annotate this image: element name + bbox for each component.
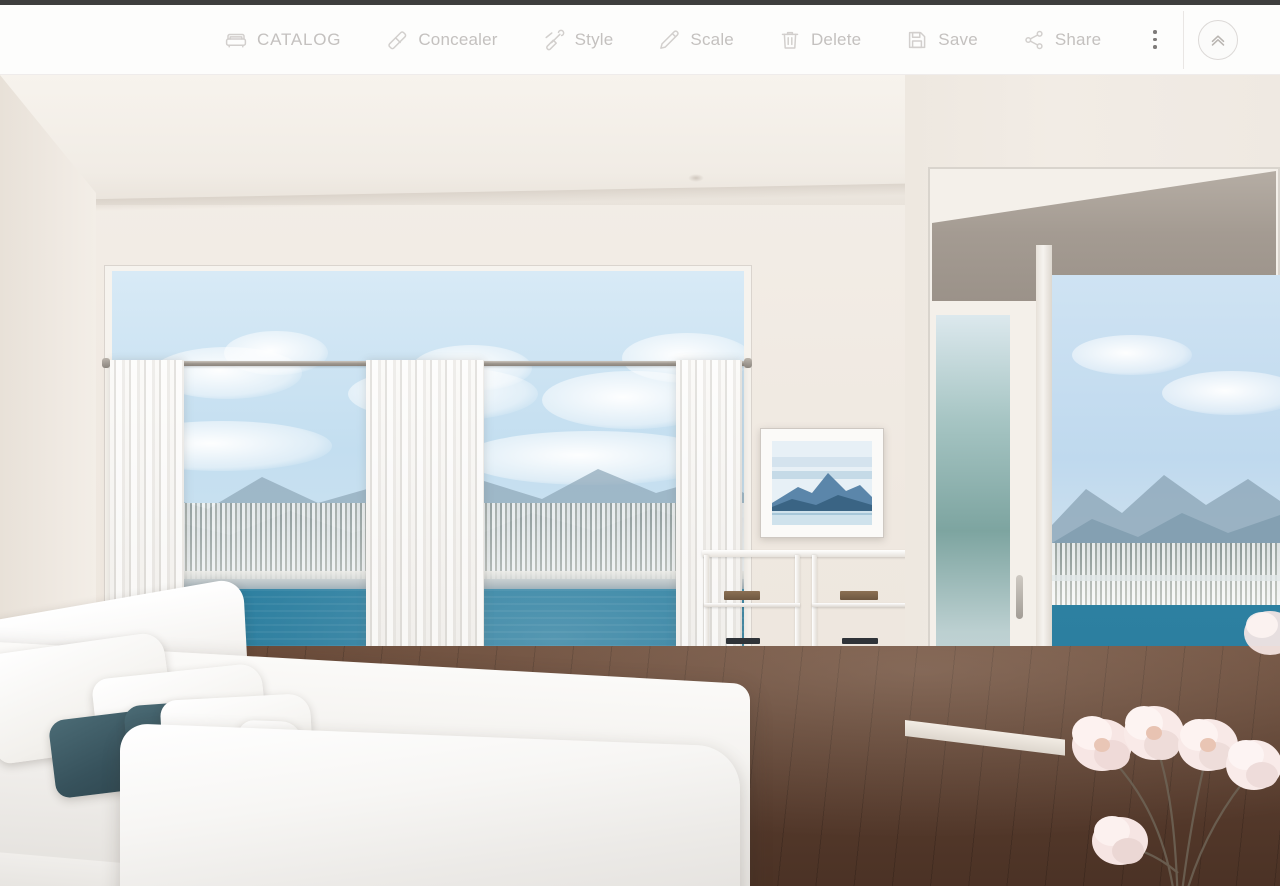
toolbar-items: CATALOG Concealer Style Scale Delete Sav… [214,10,1239,69]
share-nodes-icon [1022,28,1046,52]
design-canvas-3d[interactable]: Beautiful! Your design has been saved. [0,75,1280,886]
eraser-icon [385,28,409,52]
chevron-double-up-icon [1207,29,1229,51]
book-stack [724,591,760,600]
book-stack [840,591,878,600]
trash-icon [778,28,802,52]
collapse-toolbar-button[interactable] [1198,19,1239,60]
save-disk-icon [905,28,929,52]
toolbar-label-share: Share [1054,29,1102,49]
app-root: CATALOG Concealer Style Scale Delete Sav… [0,0,1280,886]
editor-toolbar: CATALOG Concealer Style Scale Delete Sav… [0,5,1280,75]
toolbar-button-concealer[interactable]: Concealer [375,22,507,58]
ceiling-light-fixture[interactable] [688,174,704,182]
toolbar-left-spacer [0,39,214,40]
toolbar-button-catalog[interactable]: CATALOG [214,22,351,58]
toolbar-label-scale: Scale [690,29,734,49]
sliding-door-handle[interactable] [1016,575,1023,619]
pencil-icon [657,28,681,52]
framed-artwork[interactable] [760,428,884,538]
bed-duvet[interactable] [120,723,740,886]
book-stack [842,638,878,644]
toolbar-label-style: Style [574,29,614,49]
toolbar-button-share[interactable]: Share [1012,22,1111,58]
artwork-canvas [772,441,872,525]
toolbar-label-concealer: Concealer [418,29,498,49]
toolbar-label-save: Save [938,29,978,49]
kebab-menu-icon[interactable] [1141,24,1169,56]
toolbar-label-catalog: CATALOG [257,29,342,49]
toolbar-button-scale[interactable]: Scale [647,22,744,58]
paint-roller-icon [542,28,566,52]
bookshelf-shelf [704,603,800,607]
curtain-rod-finial-left [102,358,110,368]
toolbar-button-style[interactable]: Style [532,22,624,58]
toolbar-label-delete: Delete [810,29,862,49]
armchair-icon [224,28,248,52]
toolbar-button-delete[interactable]: Delete [768,22,871,58]
bookshelf-shelf [812,603,916,607]
toolbar-button-save[interactable]: Save [895,22,988,58]
curtain-rod-finial-right [744,358,752,368]
toolbar-divider [1183,10,1185,69]
book-stack [726,638,760,644]
orchid-leaf [1086,875,1226,886]
orchid-plant[interactable] [1058,573,1280,886]
